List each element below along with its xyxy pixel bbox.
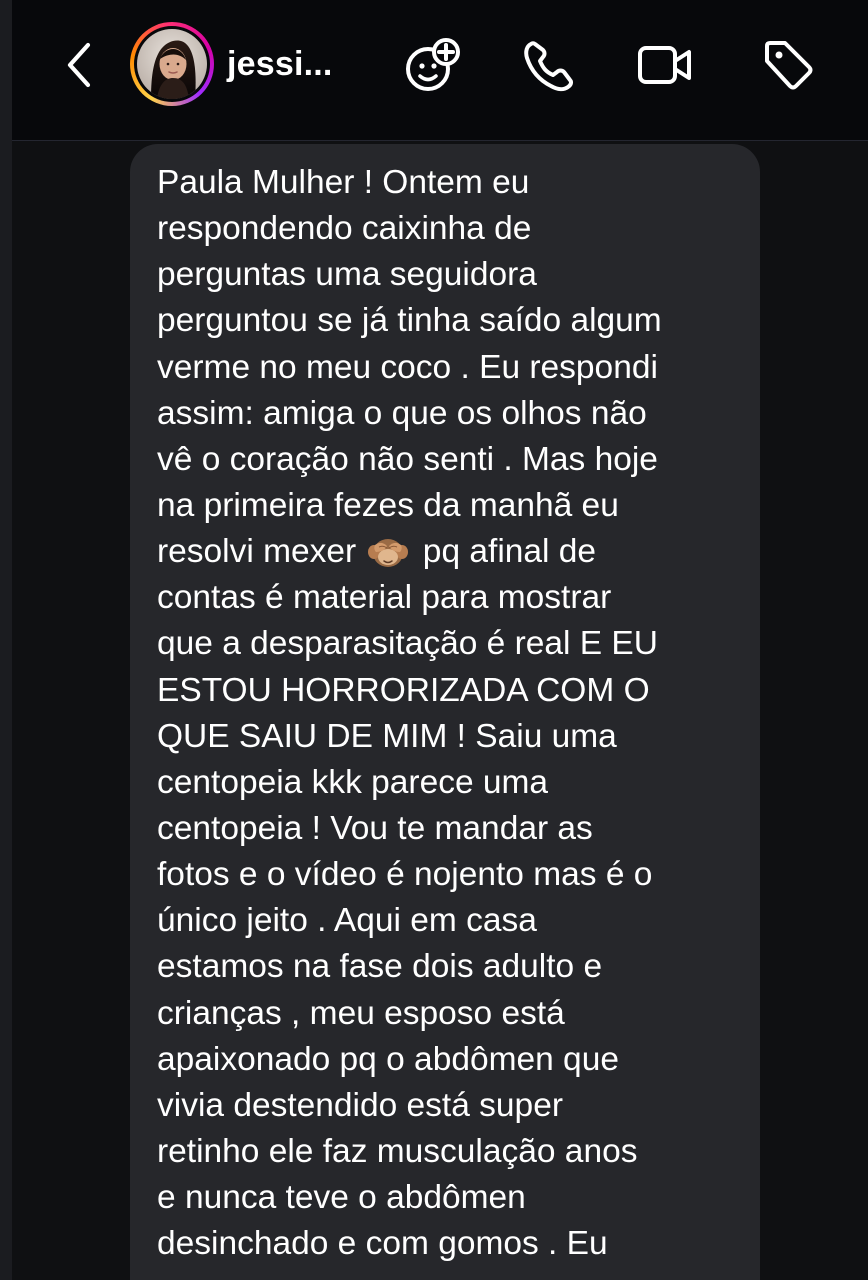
tag-button[interactable] bbox=[757, 34, 819, 96]
chat-background bbox=[760, 141, 868, 1280]
profile-photo-image bbox=[137, 29, 207, 99]
see-no-evil-monkey-icon bbox=[366, 532, 410, 570]
video-camera-icon bbox=[638, 46, 691, 84]
message-line: QUE SAIU DE MIM ! Saiu uma bbox=[157, 717, 617, 755]
message-line: retinho ele faz musculação anos bbox=[157, 1132, 638, 1170]
message-line: desinchado e com gomos . Eu bbox=[157, 1225, 608, 1263]
avatar bbox=[137, 29, 207, 99]
message-line: perguntas uma seguidora bbox=[157, 256, 537, 294]
message-line: fotos e o vídeo é nojento mas é o bbox=[157, 856, 653, 894]
message-line: que a desparasitação é real E EU bbox=[157, 625, 658, 663]
message-line: Paula Mulher ! Ontem eu bbox=[157, 164, 530, 201]
message-line: centopeia ! Vou te mandar as bbox=[157, 809, 593, 847]
message-line: verme no meu coco . Eu respondi bbox=[157, 348, 658, 386]
message-line: vivia destendido está super bbox=[157, 1086, 563, 1124]
chevron-left-icon bbox=[67, 42, 91, 88]
sticker-effects-icon bbox=[406, 38, 460, 91]
profile-avatar-button[interactable] bbox=[130, 22, 214, 106]
message-line: na primeira fezes da manhã eu bbox=[157, 486, 619, 524]
left-edge-panel bbox=[0, 0, 12, 1280]
direct-message-screen: jessi... Paula Mulher ! Ontem eu respond… bbox=[0, 0, 868, 1280]
message-text: Paula Mulher ! Ontem eu respondendo caix… bbox=[157, 160, 747, 1267]
message-line: apaixonado pq o abdômen que bbox=[157, 1040, 619, 1078]
message-line: perguntou se já tinha saído algum bbox=[157, 302, 662, 340]
video-call-button[interactable] bbox=[634, 34, 696, 96]
tag-icon bbox=[765, 41, 813, 90]
message-line: ESTOU HORRORIZADA COM O bbox=[157, 671, 650, 709]
message-line: assim: amiga o que os olhos não bbox=[157, 394, 647, 432]
message-line: único jeito . Aqui em casa bbox=[157, 902, 537, 940]
phone-icon bbox=[524, 41, 574, 92]
message-line: respondendo caixinha de bbox=[157, 210, 532, 248]
message-line: crianças , meu esposo está bbox=[157, 994, 565, 1032]
message-line: e nunca teve o abdômen bbox=[157, 1179, 526, 1217]
audio-call-button[interactable] bbox=[517, 34, 579, 96]
effects-button[interactable] bbox=[402, 34, 464, 96]
message-line: centopeia kkk parece uma bbox=[157, 763, 549, 801]
message-line-after-emoji: pq afinal de bbox=[413, 533, 597, 571]
avatar-ring-gap bbox=[134, 26, 210, 102]
message-line: contas é material para mostrar bbox=[157, 579, 612, 617]
message-line: estamos na fase dois adulto e bbox=[157, 948, 603, 986]
chat-username[interactable]: jessi... bbox=[227, 45, 333, 84]
back-button[interactable] bbox=[55, 35, 103, 95]
message-line: vê o coração não senti . Mas hoje bbox=[157, 440, 658, 478]
message-line-before-emoji: resolvi mexer bbox=[157, 533, 366, 571]
message-line-with-emoji: resolvi mexer pq afinal de bbox=[157, 529, 747, 575]
header-divider bbox=[12, 140, 868, 141]
